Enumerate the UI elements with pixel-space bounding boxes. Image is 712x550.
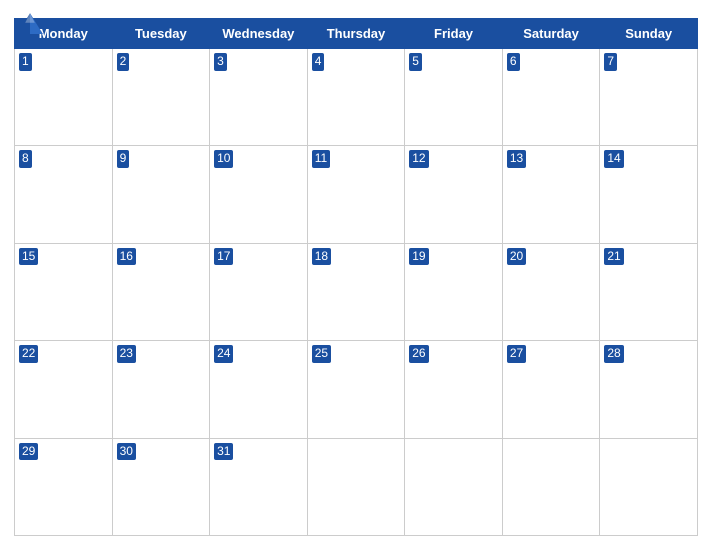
date-number: 22 — [19, 345, 38, 363]
calendar-cell: 17 — [210, 243, 308, 340]
weekday-row: Monday Tuesday Wednesday Thursday Friday… — [15, 19, 698, 49]
date-number: 19 — [409, 248, 428, 266]
calendar-week-row: 15 16 17 18 19 20 21 — [15, 243, 698, 340]
date-number: 3 — [214, 53, 227, 71]
col-wednesday: Wednesday — [210, 19, 308, 49]
calendar-cell: 22 — [15, 341, 113, 438]
calendar-week-row: 8 9 10 11 12 13 14 — [15, 146, 698, 243]
calendar-cell: 21 — [600, 243, 698, 340]
date-number: 12 — [409, 150, 428, 168]
date-number: 4 — [312, 53, 325, 71]
calendar-cell: 1 — [15, 49, 113, 146]
calendar-week-row: 1 2 3 4 5 6 7 — [15, 49, 698, 146]
calendar-cell: 4 — [307, 49, 405, 146]
calendar-cell: 20 — [502, 243, 600, 340]
calendar-cell: 28 — [600, 341, 698, 438]
calendar-cell: 26 — [405, 341, 503, 438]
calendar-cell: 18 — [307, 243, 405, 340]
calendar-week-row: 29 30 31 — [15, 438, 698, 535]
calendar-cell: 5 — [405, 49, 503, 146]
calendar-cell: 25 — [307, 341, 405, 438]
date-number: 9 — [117, 150, 130, 168]
date-number: 15 — [19, 248, 38, 266]
logo-icon — [14, 10, 46, 42]
date-number: 31 — [214, 443, 233, 461]
col-tuesday: Tuesday — [112, 19, 210, 49]
date-number: 23 — [117, 345, 136, 363]
calendar-cell: 16 — [112, 243, 210, 340]
calendar-cell: 27 — [502, 341, 600, 438]
date-number: 5 — [409, 53, 422, 71]
date-number: 21 — [604, 248, 623, 266]
col-sunday: Sunday — [600, 19, 698, 49]
logo-area — [14, 10, 50, 42]
calendar-cell — [405, 438, 503, 535]
calendar-cell: 2 — [112, 49, 210, 146]
date-number: 17 — [214, 248, 233, 266]
col-saturday: Saturday — [502, 19, 600, 49]
calendar-cell: 13 — [502, 146, 600, 243]
calendar-cell: 24 — [210, 341, 308, 438]
date-number: 30 — [117, 443, 136, 461]
date-number: 10 — [214, 150, 233, 168]
calendar-body: 1234567891011121314151617181920212223242… — [15, 49, 698, 536]
date-number: 25 — [312, 345, 331, 363]
calendar-wrapper: Monday Tuesday Wednesday Thursday Friday… — [0, 0, 712, 550]
date-number: 29 — [19, 443, 38, 461]
date-number: 2 — [117, 53, 130, 71]
calendar-cell: 23 — [112, 341, 210, 438]
date-number: 16 — [117, 248, 136, 266]
calendar-cell — [502, 438, 600, 535]
date-number: 18 — [312, 248, 331, 266]
calendar-cell: 31 — [210, 438, 308, 535]
calendar-cell: 8 — [15, 146, 113, 243]
calendar-cell: 29 — [15, 438, 113, 535]
calendar-cell — [307, 438, 405, 535]
date-number: 28 — [604, 345, 623, 363]
calendar-cell — [600, 438, 698, 535]
date-number: 11 — [312, 150, 330, 168]
calendar-cell: 9 — [112, 146, 210, 243]
calendar-cell: 6 — [502, 49, 600, 146]
date-number: 26 — [409, 345, 428, 363]
calendar-cell: 7 — [600, 49, 698, 146]
date-number: 8 — [19, 150, 32, 168]
calendar-header-row: Monday Tuesday Wednesday Thursday Friday… — [15, 19, 698, 49]
date-number: 20 — [507, 248, 526, 266]
date-number: 1 — [19, 53, 32, 71]
calendar-cell: 19 — [405, 243, 503, 340]
calendar-cell: 3 — [210, 49, 308, 146]
date-number: 7 — [604, 53, 617, 71]
date-number: 27 — [507, 345, 526, 363]
calendar-cell: 11 — [307, 146, 405, 243]
calendar-cell: 15 — [15, 243, 113, 340]
date-number: 24 — [214, 345, 233, 363]
calendar-cell: 30 — [112, 438, 210, 535]
col-friday: Friday — [405, 19, 503, 49]
calendar-cell: 14 — [600, 146, 698, 243]
col-thursday: Thursday — [307, 19, 405, 49]
calendar-week-row: 22 23 24 25 26 27 28 — [15, 341, 698, 438]
date-number: 6 — [507, 53, 520, 71]
calendar-cell: 12 — [405, 146, 503, 243]
date-number: 13 — [507, 150, 526, 168]
calendar-table: Monday Tuesday Wednesday Thursday Friday… — [14, 18, 698, 536]
calendar-cell: 10 — [210, 146, 308, 243]
date-number: 14 — [604, 150, 623, 168]
